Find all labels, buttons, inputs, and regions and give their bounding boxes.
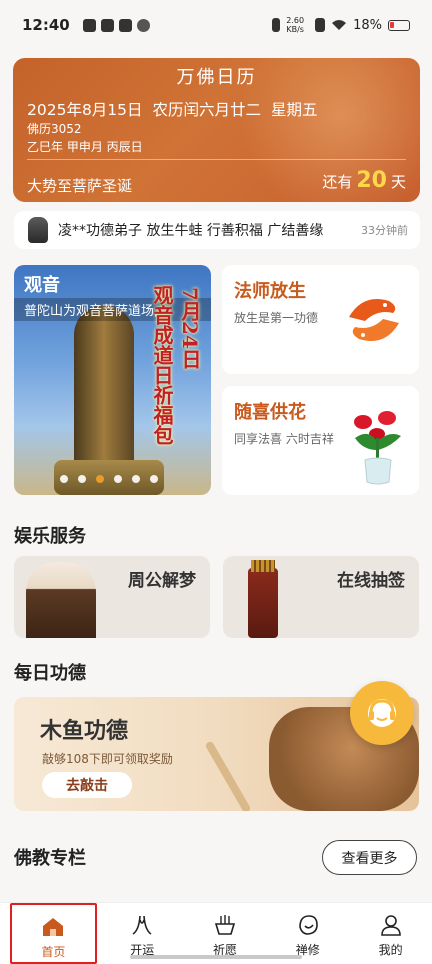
- buddhist-column-section-title: 佛教专栏: [14, 848, 86, 869]
- mallet-illustration: [204, 740, 252, 811]
- notification-icon: [82, 18, 96, 32]
- status-bar: 12:40 2.60 KB/s 18%: [0, 0, 432, 50]
- banner-title-text: 观音成道日祈福包: [150, 285, 174, 445]
- daily-merit-section-title: 每日功德: [14, 663, 86, 684]
- countdown: 还有 20 天: [322, 168, 406, 193]
- countdown-unit: 天: [390, 173, 406, 191]
- offer-flowers-card[interactable]: 随喜供花 同享法喜 六时吉祥: [222, 386, 419, 495]
- release-life-title: 法师放生: [234, 281, 306, 302]
- home-indicator[interactable]: [130, 955, 302, 959]
- headset-icon: [368, 699, 396, 727]
- tiktok-icon: [118, 18, 132, 32]
- release-life-subtitle: 放生是第一功德: [234, 311, 319, 325]
- sage-illustration: [26, 562, 96, 638]
- buddhist-year: 佛历3052: [27, 122, 82, 136]
- bullfrog-avatar: [28, 217, 48, 243]
- dream-interpretation-title: 周公解梦: [128, 571, 196, 591]
- net-speed: 2.60 KB/s: [286, 16, 304, 34]
- fortune-icon: [132, 915, 152, 935]
- guanyin-banner[interactable]: 观音 普陀山为观音菩萨道场, 7月24日 观音成道日祈福包: [14, 265, 211, 495]
- wooden-fish-title: 木鱼功德: [40, 718, 129, 744]
- calendar-date-line: 2025年8月15日 农历闰六月廿二 星期五: [27, 98, 328, 120]
- merit-ticker[interactable]: 凌**功德弟子 放生牛蛙 行善积福 广结善缘 33分钟前: [14, 211, 420, 249]
- carousel-dot[interactable]: [78, 475, 86, 483]
- divider: [27, 159, 406, 160]
- home-icon: [43, 918, 64, 936]
- meditation-icon: [298, 915, 318, 935]
- banner-tag: 观音: [24, 275, 60, 296]
- koi-fish-icon: [349, 299, 399, 341]
- app-icon: [136, 18, 150, 32]
- offer-flowers-subtitle: 同享法喜 六时吉祥: [234, 432, 334, 446]
- view-more-button[interactable]: 查看更多: [322, 840, 417, 875]
- ganzhi-date: 乙巳年 甲申月 丙辰日: [27, 140, 143, 154]
- carousel-dot[interactable]: [60, 475, 68, 483]
- net-speed-value: 2.60: [286, 16, 305, 25]
- gregorian-date: 2025年8月15日: [27, 101, 143, 119]
- release-life-card[interactable]: 法师放生 放生是第一功德: [222, 265, 419, 374]
- carousel-indicator: [60, 475, 158, 483]
- countdown-days: 20: [356, 168, 387, 193]
- buddhist-calendar-card[interactable]: 万佛日历 2025年8月15日 农历闰六月廿二 星期五 佛历3052 乙巳年 甲申月…: [13, 58, 420, 202]
- nav-label: 我的: [378, 943, 403, 957]
- wifi-icon: [332, 20, 347, 30]
- net-speed-unit: KB/s: [286, 25, 304, 34]
- carousel-dot[interactable]: [150, 475, 158, 483]
- upcoming-event: 大势至菩萨圣诞: [27, 177, 133, 195]
- ticker-time: 33分钟前: [361, 224, 408, 237]
- profile-icon: [380, 915, 401, 936]
- lunar-date: 农历闰六月廿二: [152, 101, 262, 119]
- banner-date-text: 7月24日: [178, 287, 202, 369]
- nav-label: 首页: [41, 945, 66, 959]
- customer-service-button[interactable]: [350, 681, 414, 745]
- battery-icon: [388, 19, 410, 31]
- battery-percent: 18%: [353, 17, 382, 33]
- flower-vase-icon: [354, 411, 401, 485]
- ticker-text: 凌**功德弟子 放生牛蛙 行善积福 广结善缘: [58, 223, 324, 239]
- mail-icon: [100, 18, 114, 32]
- vibrate-icon: [272, 18, 281, 32]
- status-right: 2.60 KB/s 18%: [267, 16, 410, 34]
- dream-interpretation-card[interactable]: 周公解梦: [14, 556, 210, 638]
- weekday: 星期五: [271, 101, 318, 119]
- offer-flowers-title: 随喜供花: [234, 402, 306, 423]
- incense-icon: [214, 915, 236, 935]
- entertainment-section-title: 娱乐服务: [14, 526, 86, 547]
- nav-item-profile[interactable]: 我的: [349, 903, 432, 964]
- carousel-dot[interactable]: [132, 475, 140, 483]
- fortune-sticks-title: 在线抽签: [337, 571, 405, 591]
- go-tap-button[interactable]: 去敲击: [42, 772, 132, 798]
- carousel-dot[interactable]: [96, 475, 104, 483]
- carousel-dot[interactable]: [114, 475, 122, 483]
- fortune-sticks-card[interactable]: 在线抽签: [223, 556, 419, 638]
- countdown-prefix: 还有: [322, 173, 353, 191]
- sim-icon: [315, 18, 326, 32]
- status-time: 12:40: [22, 16, 70, 34]
- calendar-title: 万佛日历: [176, 67, 257, 88]
- nav-item-home[interactable]: 首页: [10, 903, 97, 964]
- fortune-sticks-illustration: [248, 560, 278, 638]
- wooden-fish-subtitle: 敲够108下即可领取奖励: [42, 752, 173, 766]
